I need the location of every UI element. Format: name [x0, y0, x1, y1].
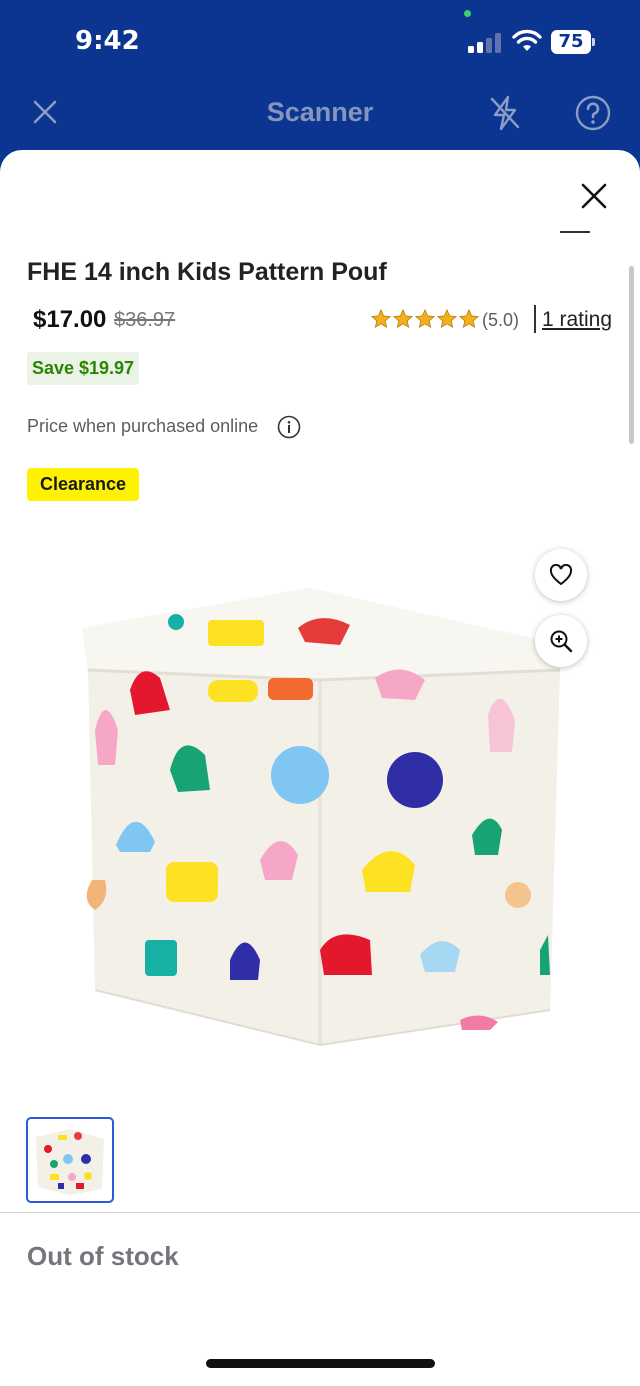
star-icon: [370, 308, 392, 329]
battery-tip: [592, 38, 595, 46]
star-icon: [436, 308, 458, 329]
sheet-handle[interactable]: [560, 231, 590, 233]
price-note: Price when purchased online: [27, 416, 259, 436]
flash-off-icon[interactable]: [487, 94, 523, 132]
ratings-link[interactable]: 1 rating: [542, 308, 612, 332]
help-icon[interactable]: [575, 95, 611, 131]
star-icon: [414, 308, 436, 329]
favorite-button[interactable]: [535, 549, 587, 601]
battery-level: 75: [551, 30, 591, 54]
rating-stars[interactable]: [370, 308, 480, 332]
battery-indicator: 75: [551, 30, 595, 54]
product-thumbnail[interactable]: [26, 1117, 114, 1203]
availability-status: Out of stock: [27, 1241, 179, 1271]
star-icon: [392, 308, 414, 329]
zoom-button[interactable]: [535, 615, 587, 667]
product-title: FHE 14 inch Kids Pattern Pouf: [27, 258, 387, 286]
privacy-dot: [464, 10, 471, 17]
was-price: $36.97: [114, 309, 176, 331]
info-icon[interactable]: [277, 415, 301, 439]
nav-title: Scanner: [266, 97, 374, 127]
heart-icon: [549, 564, 573, 586]
scrollbar[interactable]: [629, 266, 634, 444]
status-time: 9:42: [75, 26, 140, 56]
rating-value: (5.0): [482, 310, 520, 330]
clearance-flag: Clearance: [27, 468, 139, 501]
section-divider: [0, 1212, 640, 1213]
zoom-in-icon: [550, 630, 573, 653]
thumbnail-image: [36, 1129, 104, 1195]
current-price: $17.00: [33, 306, 107, 333]
cellular-signal-icon: [468, 33, 501, 53]
star-icon: [458, 308, 480, 329]
wifi-icon: [512, 29, 542, 51]
savings-badge: Save $19.97: [27, 352, 139, 385]
product-image[interactable]: [70, 580, 570, 1060]
close-icon[interactable]: [578, 180, 610, 212]
rating-divider: [534, 305, 536, 333]
status-and-nav-bar: 9:42 75 Scanner: [0, 0, 640, 150]
product-sheet: FHE 14 inch Kids Pattern Pouf $17.00 $36…: [0, 150, 640, 1386]
home-indicator[interactable]: [206, 1359, 435, 1368]
